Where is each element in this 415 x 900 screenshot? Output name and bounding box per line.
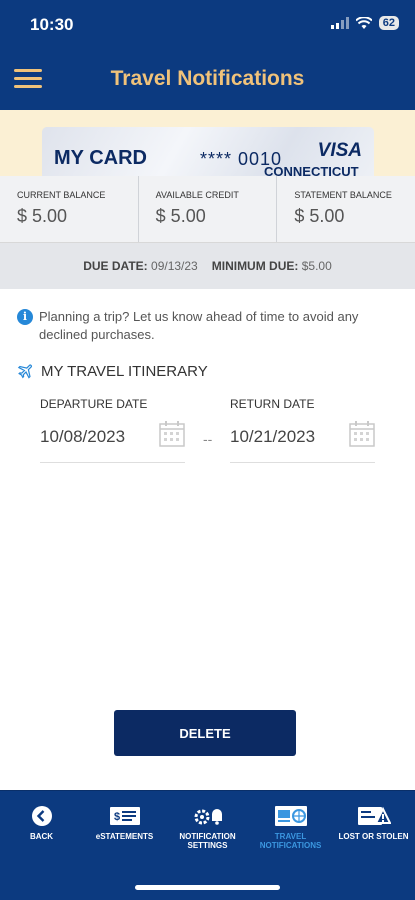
return-date-value: 10/21/2023 — [230, 427, 316, 446]
visa-logo: VISA — [317, 140, 362, 161]
home-indicator[interactable] — [135, 885, 280, 890]
nav-travel-notifications-label: TRAVEL NOTIFICATIONS — [259, 832, 322, 850]
current-balance: CURRENT BALANCE $ 5.00 — [0, 176, 139, 242]
statement-icon: $ — [109, 805, 141, 827]
minimum-due-value: $5.00 — [301, 259, 332, 273]
itinerary-title: MY TRAVEL ITINERARY — [41, 362, 208, 380]
current-balance-value: $ 5.00 — [17, 206, 68, 226]
due-date-label: DUE DATE: — [83, 259, 148, 273]
nav-notification-settings-label: NOTIFICATION SETTINGS — [179, 832, 236, 850]
status-time: 10:30 — [30, 15, 74, 34]
card-name: MY CARD — [54, 147, 147, 169]
statement-balance-label: STATEMENT BALANCE — [294, 190, 392, 200]
wifi-icon — [355, 17, 372, 29]
available-credit-label: AVAILABLE CREDIT — [155, 190, 239, 200]
info-text: Planning a trip? Let us know ahead of ti… — [39, 309, 359, 342]
return-date-field[interactable]: 10/21/2023 — [230, 421, 375, 463]
statement-balance-value: $ 5.00 — [294, 206, 345, 226]
info-icon: i — [17, 309, 33, 325]
credit-card-image: MY CARD **** 0010 VISA CONNECTICUT — [42, 127, 374, 176]
due-info-bar: DUE DATE: 09/13/23 MINIMUM DUE: $5.00 — [0, 243, 415, 289]
battery-indicator: 62 — [378, 16, 399, 30]
available-credit-value: $ 5.00 — [155, 206, 206, 226]
minimum-due-label: MINIMUM DUE: — [211, 259, 299, 273]
itinerary-heading: MY TRAVEL ITINERARY — [17, 362, 208, 380]
card-bank-name: CONNECTICUT — [264, 164, 359, 176]
nav-notification-settings[interactable]: NOTIFICATION SETTINGS — [166, 791, 249, 861]
nav-estatements[interactable]: $ eSTATEMENTS — [83, 791, 166, 861]
minimum-due: MINIMUM DUE: $5.00 — [212, 259, 332, 273]
airplane-icon — [17, 364, 32, 379]
svg-text:$: $ — [114, 811, 120, 823]
due-date: DUE DATE: 09/13/23 — [83, 259, 198, 273]
info-message: i Planning a trip? Let us know ahead of … — [17, 308, 397, 344]
date-separator: -- — [203, 431, 213, 447]
due-date-value: 09/13/23 — [151, 259, 198, 273]
itinerary-dates: DEPARTURE DATE 10/08/2023 -- RETURN DATE… — [40, 397, 375, 467]
departure-date-label: DEPARTURE DATE — [40, 397, 148, 411]
nav-estatements-label: eSTATEMENTS — [95, 832, 154, 841]
departure-date-field[interactable]: 10/08/2023 — [40, 421, 185, 463]
nav-back[interactable]: BACK — [0, 791, 83, 861]
statement-balance: STATEMENT BALANCE $ 5.00 — [277, 176, 415, 242]
signal-icon — [330, 17, 349, 29]
nav-lost-stolen-label: LOST OR STOLEN — [338, 832, 409, 841]
bottom-nav: BACK $ eSTATEMENTS NOTIFICATION SETTINGS… — [0, 790, 415, 900]
page-title: Travel Notifications — [110, 67, 305, 90]
lost-stolen-icon — [357, 805, 391, 827]
nav-travel-notifications[interactable]: TRAVEL NOTIFICATIONS — [249, 791, 332, 861]
departure-date-group: DEPARTURE DATE 10/08/2023 — [40, 397, 185, 463]
back-arrow-icon — [31, 805, 53, 827]
travel-notification-icon — [274, 805, 308, 827]
calendar-icon[interactable] — [349, 421, 375, 447]
available-credit: AVAILABLE CREDIT $ 5.00 — [139, 176, 278, 242]
return-date-group: RETURN DATE 10/21/2023 — [230, 397, 375, 463]
notification-settings-icon — [192, 805, 224, 827]
nav-lost-stolen[interactable]: LOST OR STOLEN — [332, 791, 415, 861]
nav-back-label: BACK — [29, 832, 54, 841]
delete-button[interactable]: DELETE — [114, 710, 296, 756]
departure-date-value: 10/08/2023 — [40, 427, 126, 446]
calendar-icon[interactable] — [159, 421, 185, 447]
current-balance-label: CURRENT BALANCE — [17, 190, 106, 200]
card-banner: MY CARD **** 0010 VISA CONNECTICUT — [0, 110, 415, 176]
balance-summary: CURRENT BALANCE $ 5.00 AVAILABLE CREDIT … — [0, 176, 415, 243]
app-header: 10:30 62 Travel Notifications — [0, 0, 415, 110]
return-date-label: RETURN DATE — [230, 397, 315, 411]
status-icons: 62 — [330, 16, 399, 30]
